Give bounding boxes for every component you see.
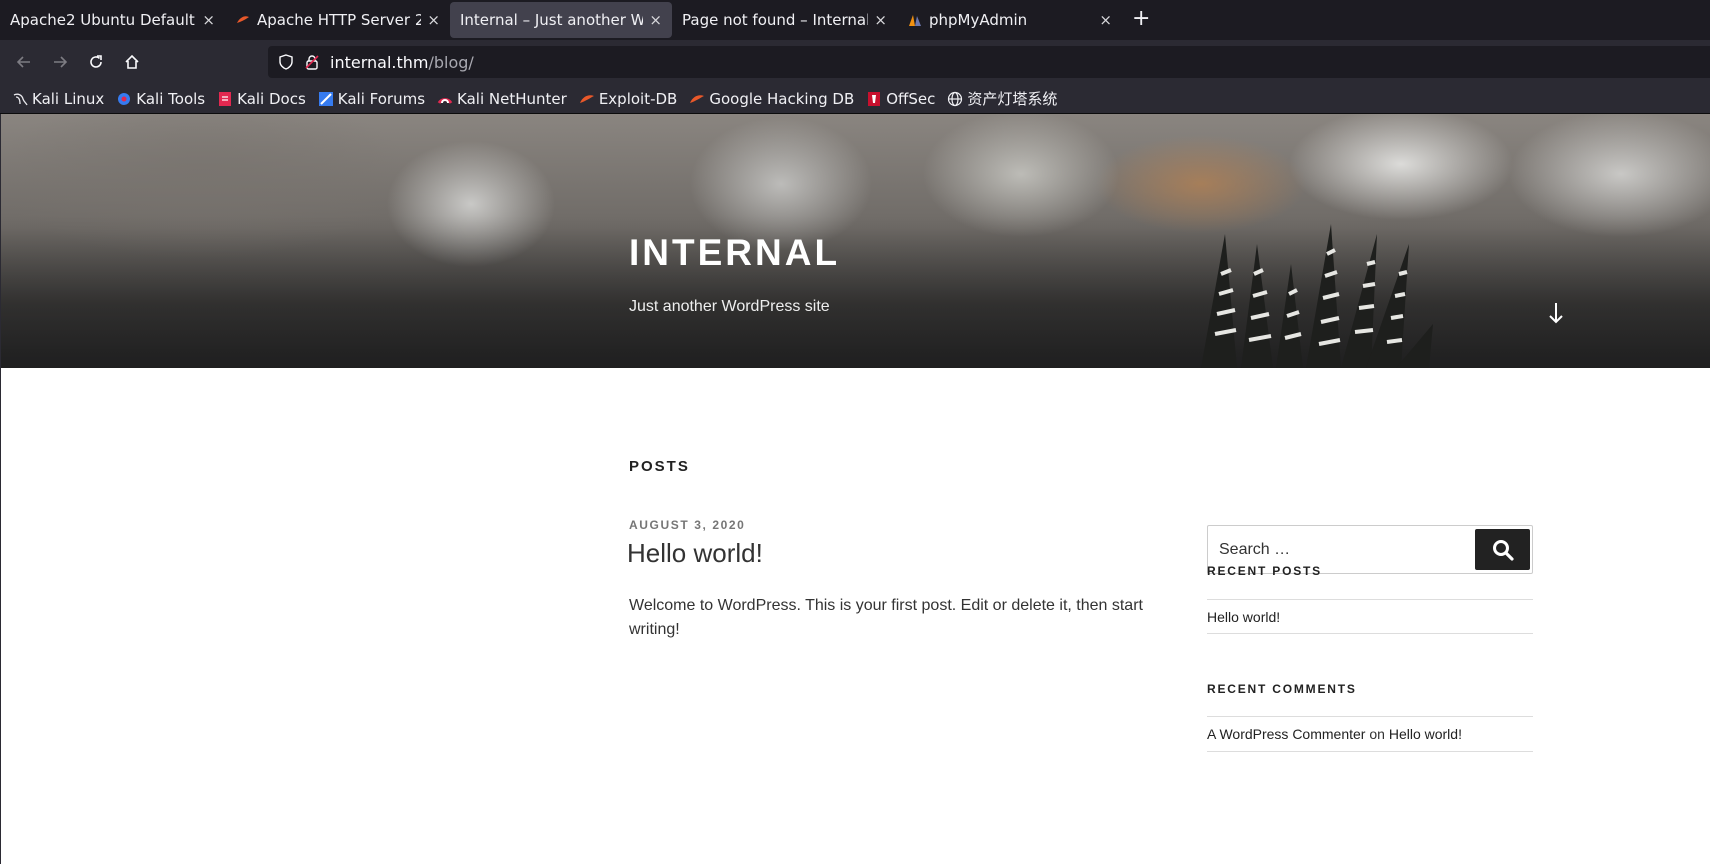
apache-feather-icon [235, 12, 251, 28]
bookmark-kali-linux[interactable]: Kali Linux [12, 90, 104, 108]
navigation-toolbar: internal.thm/blog/ [0, 40, 1710, 84]
tab-phpmyadmin[interactable]: phpMyAdmin × [897, 2, 1122, 38]
tab-apache2-default[interactable]: Apache2 Ubuntu Default Page: It works × [0, 2, 225, 38]
back-arrow-icon [16, 56, 30, 68]
tab-apache-http-server[interactable]: Apache HTTP Server 2.4.41 × [225, 2, 450, 38]
forward-arrow-icon [54, 56, 68, 68]
header-image-overlay [1, 114, 1710, 368]
bookmark-exploit-db[interactable]: Exploit-DB [579, 89, 678, 108]
insecure-lock-icon[interactable] [304, 54, 320, 70]
back-button[interactable] [6, 46, 42, 78]
forward-button[interactable] [42, 46, 78, 78]
recent-comment-item: A WordPress Commenter on Hello world! [1207, 726, 1462, 742]
ghdb-icon [689, 91, 705, 107]
bookmark-google-hacking-db[interactable]: Google Hacking DB [689, 90, 854, 108]
phpmyadmin-sail-icon [907, 12, 923, 28]
bookmarks-toolbar: Kali Linux Kali Tools Kali Docs Kali For… [0, 84, 1710, 114]
close-icon[interactable]: × [427, 11, 440, 29]
site-title[interactable]: INTERNAL [629, 232, 840, 274]
scroll-down-button[interactable] [1543, 298, 1569, 328]
bookmark-label: Google Hacking DB [709, 89, 855, 108]
nethunter-icon [437, 91, 453, 107]
bookmark-kali-docs[interactable]: Kali Docs [217, 90, 306, 108]
reload-icon [90, 55, 102, 68]
bookmark-label: OffSec [886, 89, 936, 108]
close-icon[interactable]: × [1099, 11, 1112, 29]
post-title-link[interactable]: Hello world! [627, 538, 763, 569]
recent-comments-title: RECENT COMMENTS [1207, 682, 1357, 696]
home-button[interactable] [114, 46, 150, 78]
tab-title: phpMyAdmin [929, 11, 1028, 29]
address-bar[interactable]: internal.thm/blog/ [268, 46, 1710, 78]
arrow-down-icon [1549, 303, 1563, 324]
url-path: /blog/ [428, 52, 474, 72]
exploit-db-icon [579, 91, 595, 107]
post-excerpt: Welcome to WordPress. This is your first… [629, 597, 1143, 638]
tab-title: Apache2 Ubuntu Default Page: It works [10, 11, 196, 29]
kali-tools-icon [116, 91, 132, 107]
offsec-icon [866, 91, 882, 107]
page-viewport: INTERNAL Just another WordPress site POS… [0, 114, 1710, 864]
reload-button[interactable] [78, 46, 114, 78]
bookmark-label: Kali Docs [237, 89, 306, 108]
tab-title: Internal – Just another WordPress site [460, 11, 644, 29]
divider [1207, 751, 1533, 752]
kali-docs-icon [217, 91, 233, 107]
divider [1207, 716, 1533, 717]
bookmark-label: Kali Forums [337, 89, 426, 108]
close-icon[interactable]: × [874, 11, 887, 29]
kali-forums-icon [318, 91, 334, 107]
posts-heading: POSTS [629, 458, 690, 475]
comment-author-link[interactable]: A WordPress Commenter [1207, 726, 1365, 742]
home-icon [125, 54, 139, 69]
globe-icon [947, 91, 963, 107]
bookmark-kali-forums[interactable]: Kali Forums [318, 90, 425, 108]
plant-decoration [1201, 224, 1433, 368]
search-submit-button[interactable] [1475, 529, 1530, 570]
search-icon [1492, 539, 1514, 561]
post-date[interactable]: AUGUST 3, 2020 [629, 518, 745, 532]
divider [1207, 599, 1533, 600]
bookmark-label: Kali Linux [32, 89, 105, 108]
tab-page-not-found[interactable]: Page not found – Internal × [672, 2, 897, 38]
recent-post-link[interactable]: Hello world! [1207, 609, 1280, 625]
tab-title: Apache HTTP Server 2.4.41 [257, 11, 422, 29]
kali-dragon-icon [12, 91, 28, 107]
bookmark-label: Kali Tools [136, 89, 206, 108]
bookmark-asset-lighthouse[interactable]: 资产灯塔系统 [947, 88, 1057, 109]
bookmark-label: 资产灯塔系统 [967, 90, 1058, 108]
divider [1207, 633, 1533, 634]
bookmark-label: Kali NetHunter [457, 89, 567, 108]
bookmark-offsec[interactable]: OffSec [866, 90, 935, 108]
bookmark-kali-nethunter[interactable]: Kali NetHunter [437, 90, 567, 108]
site-description: Just another WordPress site [629, 298, 830, 315]
tab-strip: Apache2 Ubuntu Default Page: It works × … [0, 0, 1710, 40]
new-tab-button[interactable]: + [1132, 6, 1150, 31]
bookmark-kali-tools[interactable]: Kali Tools [116, 90, 205, 108]
shield-icon[interactable] [278, 54, 294, 70]
close-icon[interactable]: × [649, 11, 662, 29]
comment-post-link[interactable]: Hello world! [1389, 726, 1462, 742]
close-icon[interactable]: × [202, 11, 215, 29]
recent-posts-title: RECENT POSTS [1207, 564, 1322, 578]
tab-internal-wordpress[interactable]: Internal – Just another WordPress site × [450, 2, 672, 38]
url-host: internal.thm [330, 52, 429, 72]
comment-on-text: on [1369, 726, 1385, 742]
tab-title: Page not found – Internal [682, 11, 869, 29]
bookmark-label: Exploit-DB [598, 89, 678, 108]
